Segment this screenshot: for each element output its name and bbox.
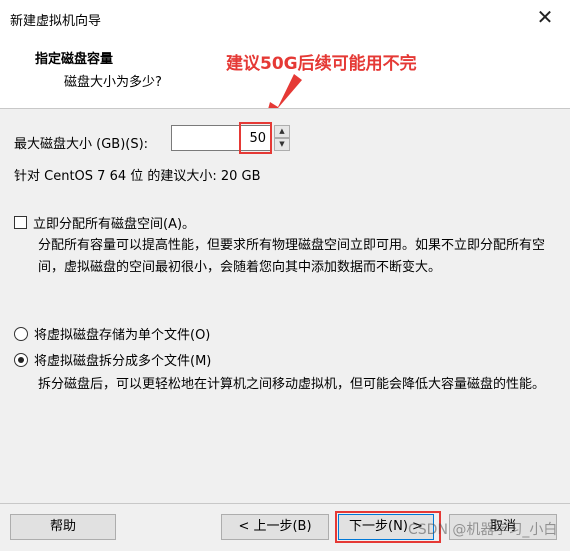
multi-file-option[interactable]: 将虚拟磁盘拆分成多个文件(M) [14, 350, 211, 369]
close-icon[interactable]: ✕ [534, 6, 556, 28]
back-button[interactable]: < 上一步(B) [221, 514, 329, 540]
stepper-up-icon[interactable]: ▲ [274, 125, 290, 138]
allocate-all-label: 立即分配所有磁盘空间(A)。 [33, 217, 196, 232]
disk-size-stepper[interactable]: ▲ ▼ [274, 125, 290, 151]
watermark: CSDN @机器学习_小白 [408, 522, 558, 538]
help-button[interactable]: 帮助 [10, 514, 116, 540]
annotation-highlight-box [239, 122, 272, 154]
allocate-all-checkbox[interactable] [14, 216, 27, 229]
allocate-all-checkbox-row[interactable]: 立即分配所有磁盘空间(A)。 [14, 213, 195, 232]
page-title: 指定磁盘容量 [35, 52, 114, 67]
single-file-radio[interactable] [14, 326, 28, 341]
multi-file-description: 拆分磁盘后，可以更轻松地在计算机之间移动虚拟机，但可能会降低大容量磁盘的性能。 [38, 377, 546, 392]
multi-file-radio[interactable] [14, 352, 28, 367]
disk-size-label: 最大磁盘大小 (GB)(S): [14, 137, 149, 152]
multi-file-label: 将虚拟磁盘拆分成多个文件(M) [34, 354, 212, 369]
single-file-option[interactable]: 将虚拟磁盘存储为单个文件(O) [14, 324, 210, 343]
page-subtitle: 磁盘大小为多少? [64, 75, 162, 90]
title-bar: 新建虚拟机向导 ✕ [0, 0, 570, 36]
recommended-size-text: 针对 CentOS 7 64 位 的建议大小: 20 GB [14, 169, 261, 184]
single-file-label: 将虚拟磁盘存储为单个文件(O) [34, 328, 211, 343]
window-title: 新建虚拟机向导 [10, 14, 102, 29]
allocate-description: 分配所有容量可以提高性能，但要求所有物理磁盘空间立即可用。如果不立即分配所有空间… [38, 238, 546, 275]
stepper-down-icon[interactable]: ▼ [274, 138, 290, 151]
annotation-text: 建议50G后续可能用不完 [226, 54, 417, 74]
